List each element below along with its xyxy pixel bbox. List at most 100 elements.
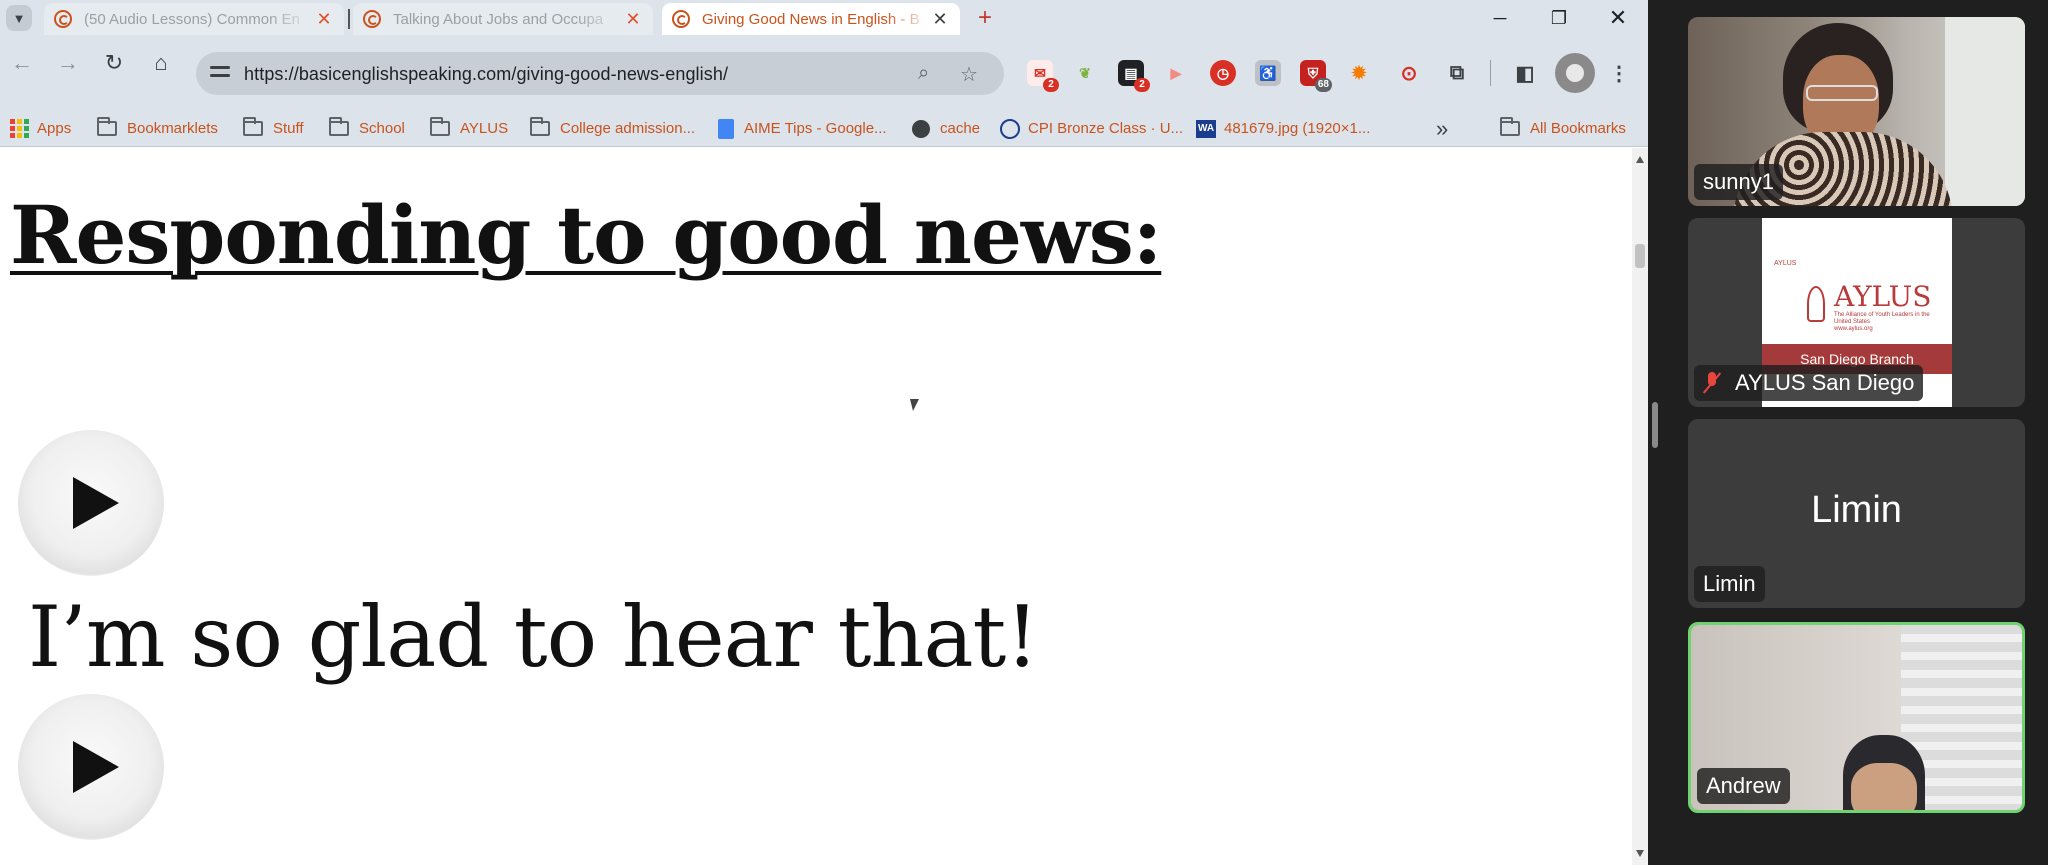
bookmark-apps[interactable]: Apps	[10, 110, 71, 147]
accessibility-extension-icon[interactable]: ♿	[1255, 60, 1281, 86]
globe-icon	[912, 119, 930, 138]
home-icon: ⌂	[154, 50, 168, 75]
chevron-double-right-icon[interactable]: »	[1436, 116, 1448, 142]
audio-play-button[interactable]	[18, 430, 164, 576]
tab-audio-lessons[interactable]: (50 Audio Lessons) Common En ✕	[44, 3, 344, 35]
participant-name: Andrew	[1697, 768, 1790, 804]
fire-extension-icon[interactable]: ✹	[1346, 60, 1372, 86]
side-panel-icon[interactable]: ◧	[1512, 60, 1538, 86]
bookmark-aylus[interactable]: AYLUS	[430, 110, 508, 147]
gmail-extension-icon[interactable]: ✉ 2	[1027, 60, 1059, 92]
bookmark-label: Apps	[37, 120, 72, 137]
bookmark-all-bookmarks[interactable]: All Bookmarks	[1500, 110, 1626, 147]
tab-close-icon[interactable]: ✕	[314, 9, 334, 30]
wa-icon: WA	[1196, 119, 1216, 138]
reload-button[interactable]: ↻	[98, 47, 130, 79]
zoom-icon[interactable]: ⌕	[918, 62, 929, 85]
puzzle-extensions-icon[interactable]: ⧉	[1444, 60, 1470, 86]
panel-resize-handle[interactable]	[1652, 402, 1658, 448]
page-scrollbar[interactable]	[1632, 148, 1648, 865]
bookmark-label: College admission...	[560, 120, 696, 137]
phrase-text: I’m so glad to hear that!	[28, 588, 1039, 686]
folder-icon	[329, 117, 349, 136]
more-menu-icon[interactable]: ⋮	[1606, 60, 1632, 86]
site-favicon-icon	[363, 10, 381, 28]
home-button[interactable]: ⌂	[145, 47, 177, 79]
participant-name: AYLUS San Diego	[1694, 365, 1924, 401]
arrow-left-icon: ←	[11, 50, 33, 75]
back-button[interactable]: ←	[6, 47, 38, 79]
bookmark-star-icon[interactable]: ☆	[960, 62, 978, 87]
site-favicon-icon	[672, 10, 690, 28]
video-extension-icon[interactable]: ▶	[1163, 60, 1189, 86]
participant-placeholder-name: Limin	[1811, 489, 1902, 531]
scroll-up-icon[interactable]	[1636, 156, 1644, 163]
play-icon	[73, 477, 119, 529]
bookmark-cpi-bronze[interactable]: CPI Bronze Class · U...	[1000, 110, 1183, 147]
shield-extension-icon[interactable]: ⛨ 68	[1300, 60, 1332, 92]
participant-tile-aylus-san-diego[interactable]: AYLUS AYLUS The Alliance of Youth Leader…	[1688, 218, 2025, 407]
toolbar-divider	[1490, 60, 1491, 86]
page-heading: Responding to good news:	[10, 188, 1162, 282]
bookmark-label: Stuff	[273, 120, 304, 137]
participant-tile-sunny1[interactable]: sunny1	[1688, 17, 2025, 206]
scrollbar-thumb[interactable]	[1635, 244, 1645, 268]
participant-tile-andrew[interactable]: Andrew	[1688, 622, 2025, 813]
play-icon	[73, 741, 119, 793]
close-window-button[interactable]: ✕	[1598, 4, 1638, 32]
tab-search-button[interactable]: ▼	[6, 5, 32, 31]
new-tab-button[interactable]: +	[970, 4, 1000, 32]
bookmark-aime-tips[interactable]: AIME Tips - Google...	[718, 110, 887, 147]
bookmark-cache[interactable]: cache	[912, 110, 980, 147]
tab-close-icon[interactable]: ✕	[623, 9, 643, 30]
bookmark-label: All Bookmarks	[1530, 120, 1626, 137]
cpi-icon	[1000, 118, 1020, 139]
bookmark-label: School	[359, 120, 405, 137]
bookmarks-bar: Apps Bookmarklets Stuff School AYLUS Col…	[0, 110, 1648, 147]
audio-play-button[interactable]	[18, 694, 164, 840]
url-text[interactable]: https://basicenglishspeaking.com/giving-…	[244, 64, 728, 85]
browser-window: ▼ (50 Audio Lessons) Common En ✕ Talking…	[0, 0, 1648, 865]
play-extension-icon[interactable]: ⊙	[1396, 60, 1422, 86]
web-page-content: Responding to good news: I’m so glad to …	[0, 148, 1632, 865]
mouse-cursor-icon	[910, 399, 919, 411]
bookmark-label: CPI Bronze Class · U...	[1028, 120, 1184, 137]
tab-separator	[348, 9, 350, 29]
google-docs-icon	[718, 118, 734, 139]
folder-icon	[430, 117, 450, 136]
address-bar[interactable]: https://basicenglishspeaking.com/giving-…	[196, 52, 1004, 95]
tab-giving-good-news[interactable]: Giving Good News in English - B ✕	[662, 3, 960, 35]
arrow-right-icon: →	[57, 50, 79, 75]
restore-button[interactable]: ❐	[1539, 4, 1579, 32]
folder-icon	[97, 117, 117, 136]
tab-strip: ▼ (50 Audio Lessons) Common En ✕ Talking…	[0, 0, 1648, 37]
site-favicon-icon	[54, 10, 72, 28]
participant-name: Limin	[1694, 566, 1765, 602]
plant-extension-icon[interactable]: ❦	[1072, 60, 1098, 86]
bookmark-stuff[interactable]: Stuff	[243, 110, 304, 147]
folder-icon	[1500, 117, 1520, 136]
participant-tile-limin[interactable]: Limin Limin	[1688, 419, 2025, 608]
bookmark-college-admission[interactable]: College admission...	[530, 110, 695, 147]
folder-icon	[243, 117, 263, 136]
site-info-icon[interactable]	[210, 64, 230, 82]
bookmark-label: Bookmarklets	[127, 120, 218, 137]
scroll-down-icon[interactable]	[1636, 850, 1644, 857]
tab-title: Giving Good News in English - B	[702, 10, 920, 28]
apps-icon	[10, 119, 29, 138]
profile-avatar[interactable]	[1555, 53, 1595, 93]
minimize-button[interactable]: ─	[1480, 4, 1520, 32]
participant-name: sunny1	[1694, 164, 1783, 200]
timer-extension-icon[interactable]: ◷	[1210, 60, 1236, 86]
reload-icon: ↻	[104, 50, 124, 75]
bookmark-bookmarklets[interactable]: Bookmarklets	[97, 110, 218, 147]
tab-title: Talking About Jobs and Occupa	[393, 10, 604, 28]
bookmark-school[interactable]: School	[329, 110, 405, 147]
tab-jobs-occupations[interactable]: Talking About Jobs and Occupa ✕	[353, 3, 653, 35]
tab-title: (50 Audio Lessons) Common En	[84, 10, 300, 28]
forward-button[interactable]: →	[52, 47, 84, 79]
notes-extension-icon[interactable]: ▤ 2	[1118, 60, 1150, 92]
bookmark-label: 481679.jpg (1920×1...	[1224, 120, 1371, 137]
bookmark-481679-jpg[interactable]: WA 481679.jpg (1920×1...	[1196, 110, 1370, 147]
tab-close-icon[interactable]: ✕	[930, 9, 950, 30]
